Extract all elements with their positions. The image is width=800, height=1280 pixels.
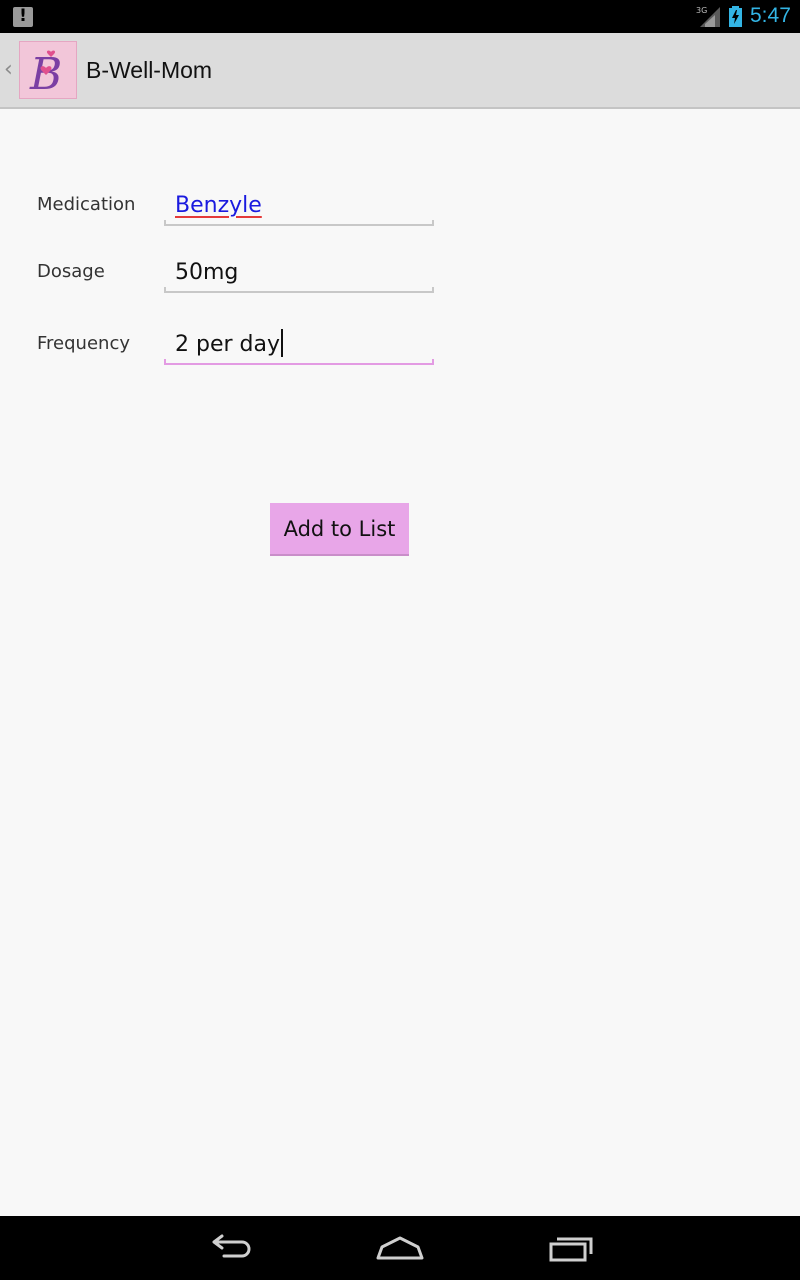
medication-label: Medication [37,194,136,215]
frequency-label: Frequency [37,333,130,354]
frequency-field[interactable]: 2 per day [164,323,434,365]
back-icon[interactable] [200,1228,260,1268]
frequency-value-wrap: 2 per day [175,329,283,357]
app-logo-image: B [29,49,62,100]
text-cursor [281,329,283,357]
screen: 3G 5:47 ‹ B B-Well-Mom Medication Benzyl… [0,0,800,1280]
page-title: B-Well-Mom [86,57,213,83]
dosage-field[interactable]: 50mg [164,251,434,293]
signal-icon: 3G [696,6,720,27]
recent-apps-icon[interactable] [541,1228,601,1268]
medication-value: Benzyle [175,193,262,218]
up-navigation-icon[interactable]: ‹ [4,57,13,82]
status-clock: 5:47 [750,4,791,27]
app-logo[interactable]: B [19,41,77,100]
medication-field[interactable]: Benzyle [164,184,434,226]
svg-text:3G: 3G [696,6,707,15]
home-icon[interactable] [370,1228,430,1268]
add-to-list-button[interactable]: Add to List [270,503,409,556]
status-bar: 3G 5:47 [0,0,800,33]
notification-alert-icon[interactable] [13,6,33,27]
dosage-value: 50mg [175,260,239,285]
battery-charging-icon [729,6,742,27]
dosage-label: Dosage [37,261,105,282]
navigation-bar [0,1216,800,1280]
frequency-value: 2 per day [175,332,280,357]
action-bar: ‹ B B-Well-Mom [0,33,800,109]
